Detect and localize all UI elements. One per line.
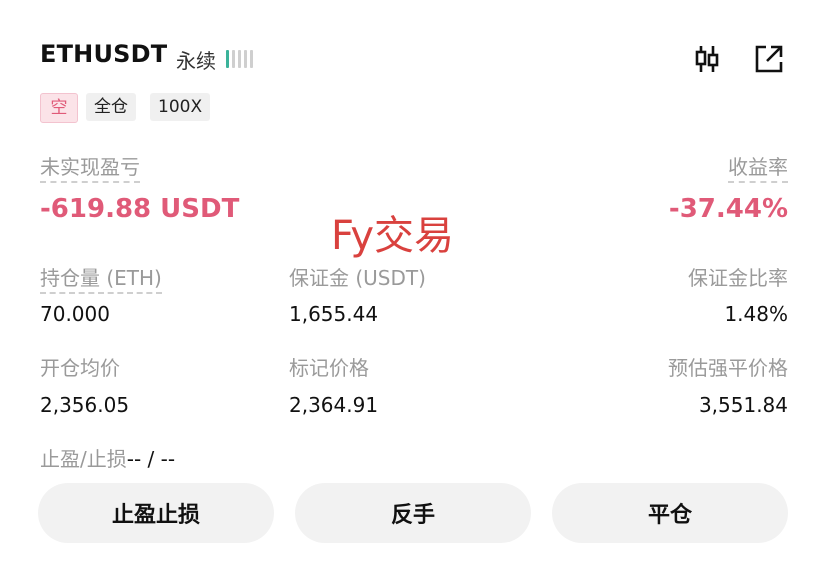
margin-ratio-label: 保证金比率 (688, 266, 788, 290)
entry-price-value: 2,356.05 (40, 393, 130, 417)
tpsl-button[interactable]: 止盈止损 (38, 483, 274, 543)
mark-price-value: 2,364.91 (289, 393, 379, 417)
unrealized-pnl-label[interactable]: 未实现盈亏 (40, 151, 140, 183)
chart-settings-icon[interactable] (690, 42, 724, 76)
mark-price-label: 标记价格 (289, 356, 369, 380)
watermark-text: Fy交易 (331, 213, 455, 259)
symbol-title: ETHUSDT (40, 40, 168, 68)
leverage-indicator-bar (226, 50, 229, 68)
position-side-tag: 空 (40, 93, 78, 123)
margin-label: 保证金 (USDT) (289, 266, 426, 290)
roe-label[interactable]: 收益率 (728, 151, 788, 183)
position-size-label-text: 持仓量 (ETH) (40, 266, 162, 294)
roe-label-text: 收益率 (728, 155, 788, 183)
position-size-label[interactable]: 持仓量 (ETH) (40, 262, 162, 294)
unrealized-pnl-value: -619.88 USDT (40, 194, 240, 224)
liquidation-price-value: 3,551.84 (698, 393, 788, 417)
leverage-indicator-bar (244, 50, 247, 68)
tpsl-value: -- / -- (126, 447, 176, 471)
margin-value: 1,655.44 (289, 302, 379, 326)
contract-type-label: 永续 (176, 49, 216, 73)
share-icon[interactable] (752, 42, 786, 76)
roe-value: -37.44% (668, 194, 788, 224)
position-size-value: 70.000 (40, 302, 110, 326)
leverage-indicator-bar (238, 50, 241, 68)
leverage-indicator (226, 50, 253, 68)
margin-ratio-value: 1.48% (724, 302, 788, 326)
leverage-indicator-bar (250, 50, 253, 68)
tpsl-row: 止盈/止损-- / -- (40, 443, 175, 472)
entry-price-label: 开仓均价 (40, 356, 120, 380)
unrealized-pnl-label-text: 未实现盈亏 (40, 155, 140, 183)
liquidation-price-label: 预估强平价格 (668, 356, 788, 380)
leverage-indicator-bar (232, 50, 235, 68)
reverse-button[interactable]: 反手 (295, 483, 531, 543)
leverage-tag: 100X (150, 93, 211, 121)
margin-mode-tag: 全仓 (86, 93, 136, 121)
tpsl-label: 止盈/止损 (40, 447, 127, 471)
close-position-button[interactable]: 平仓 (552, 483, 788, 543)
